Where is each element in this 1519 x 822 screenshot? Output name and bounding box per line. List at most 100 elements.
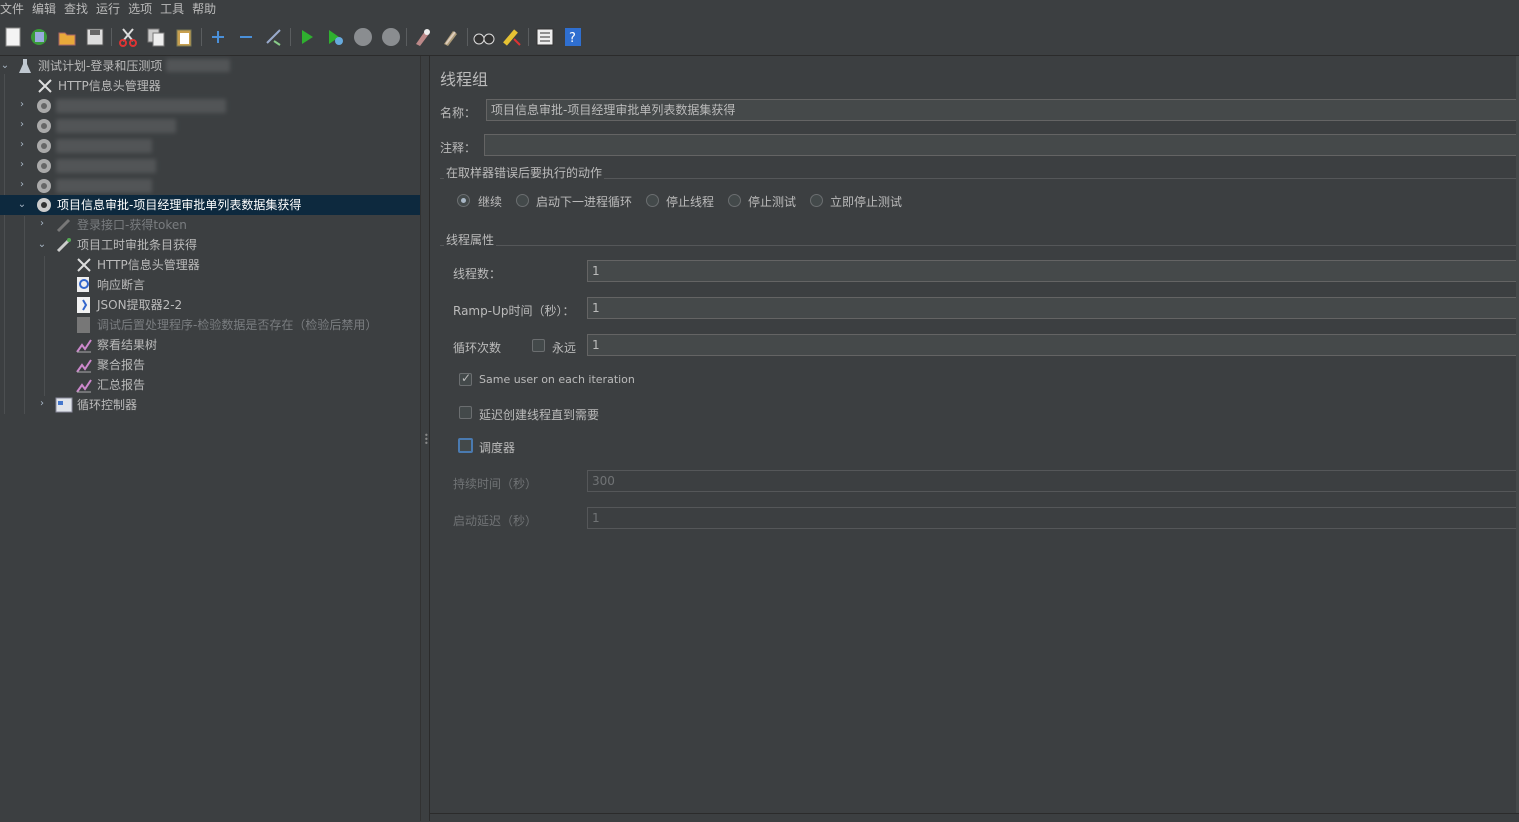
menu-help[interactable]: 帮助 [188,0,220,19]
tree-node-label: 察看结果树 [97,338,158,352]
splitter-handle[interactable]: • • • [420,56,430,821]
menu-edit[interactable]: 编辑 [28,0,60,19]
menu-search[interactable]: 查找 [60,0,92,19]
start-no-pause-icon[interactable] [324,26,346,48]
pipette-icon [55,216,73,234]
gear-icon [35,177,53,195]
chevron-down-icon[interactable]: ⌄ [37,240,47,250]
loop-controller-icon [55,396,73,414]
radio-label: 继续 [478,195,503,209]
tree-node-thread-group[interactable]: › [0,156,420,176]
tree-node-header-manager[interactable]: HTTP信息头管理器 [0,76,420,96]
stop-icon[interactable] [352,26,374,48]
function-helper-icon[interactable] [534,26,556,48]
menu-options[interactable]: 选项 [124,0,156,19]
flask-icon [16,57,34,75]
chevron-right-icon[interactable]: › [37,399,47,409]
tree-node-label: 项目信息审批-项目经理审批单列表数据集获得 [57,198,302,212]
radio-continue[interactable] [457,194,470,207]
clear-all-icon[interactable] [440,26,462,48]
start-icon[interactable] [296,26,318,48]
shutdown-icon[interactable] [380,26,402,48]
tree-node-debug-postprocessor[interactable]: 调试后置处理程序-检验数据是否存在（检验后禁用） [0,315,420,335]
chevron-right-icon[interactable]: › [17,140,27,150]
radio-label: 立即停止测试 [830,195,903,209]
rampup-field[interactable]: 1 [587,297,1519,319]
menu-file[interactable]: 文件 [0,0,28,19]
open-icon[interactable] [56,26,78,48]
tree-node-thread-group[interactable]: › [0,96,420,116]
menu-tools[interactable]: 工具 [156,0,188,19]
comment-field[interactable] [484,134,1519,156]
threads-field[interactable]: 1 [587,260,1519,282]
forever-checkbox[interactable] [532,339,545,352]
copy-icon[interactable] [145,26,167,48]
tree-node-sub-header-manager[interactable]: HTTP信息头管理器 [0,255,420,275]
scheduler-checkbox[interactable] [458,438,473,453]
radio-stop-thread[interactable] [646,194,659,207]
comment-label: 注释： [440,141,477,155]
radio-stop-test-now[interactable] [810,194,823,207]
wrench-icon [75,256,93,274]
tree-node-http-sampler[interactable]: ⌄ 项目工时审批条目获得 [0,235,420,255]
radio-start-next-loop[interactable] [516,194,529,207]
tree-node-login-sampler[interactable]: › 登录接口-获得token [0,215,420,235]
tree-node-json-extractor[interactable]: JSON提取器2-2 [0,295,420,315]
delay-label: 延迟创建线程直到需要 [479,408,600,422]
toggle-icon[interactable] [263,26,285,48]
search-icon[interactable] [473,26,495,48]
chevron-right-icon[interactable]: › [17,120,27,130]
duration-field[interactable]: 300 [587,470,1519,492]
tree-node-summary-report[interactable]: 汇总报告 [0,375,420,395]
chevron-right-icon[interactable]: › [17,100,27,110]
tree-node-label: 登录接口-获得token [77,218,187,232]
tree-node-results-tree[interactable]: 察看结果树 [0,335,420,355]
chevron-down-icon[interactable]: ⌄ [0,61,10,71]
radio-label: 启动下一进程循环 [536,195,633,209]
tree-node-thread-group[interactable]: › [0,176,420,196]
chevron-right-icon[interactable]: › [17,180,27,190]
gear-icon [35,196,53,214]
loop-count-field[interactable]: 1 [587,334,1519,356]
test-plan-tree[interactable]: ⌄ 测试计划-登录和压测项 HTTP信息头管理器 › › › › › ⌄ 项目信… [0,56,420,821]
reset-search-icon[interactable] [501,26,523,48]
tree-node-assertion[interactable]: 响应断言 [0,275,420,295]
error-action-title: 在取样器错误后要执行的动作 [444,164,605,181]
graph-icon [75,356,93,374]
pipette-icon [55,236,73,254]
menu-run[interactable]: 运行 [92,0,124,19]
thread-props-title: 线程属性 [444,231,497,248]
tree-node-thread-group[interactable]: › [0,136,420,156]
chevron-right-icon[interactable]: › [37,219,47,229]
chevron-down-icon[interactable]: ⌄ [17,200,27,210]
svg-text:?: ? [569,31,576,46]
paste-icon[interactable] [173,26,195,48]
delay-thread-creation-checkbox[interactable] [459,406,472,419]
rampup-label: Ramp-Up时间（秒）： [453,304,575,318]
tree-node-label: 项目工时审批条目获得 [77,238,198,252]
tree-node-selected-thread-group[interactable]: ⌄ 项目信息审批-项目经理审批单列表数据集获得 [0,195,420,215]
startup-delay-field[interactable]: 1 [587,507,1519,529]
save-icon[interactable] [84,26,106,48]
expand-icon[interactable] [207,26,229,48]
tree-node-label: 响应断言 [97,278,146,292]
tree-node-label: JSON提取器2-2 [97,298,183,312]
radio-stop-test[interactable] [728,194,741,207]
tree-node-label: HTTP信息头管理器 [97,258,200,272]
cut-icon[interactable] [117,26,139,48]
templates-icon[interactable] [28,26,50,48]
chevron-right-icon[interactable]: › [17,160,27,170]
tree-node-loop-controller[interactable]: › 循环控制器 [0,395,420,415]
tree-node-thread-group[interactable]: › [0,116,420,136]
help-icon[interactable]: ? [562,26,584,48]
gear-icon [35,137,53,155]
new-icon[interactable] [2,26,24,48]
same-user-checkbox[interactable] [459,371,472,386]
collapse-icon[interactable] [235,26,257,48]
tree-node-label: 循环控制器 [77,398,138,412]
tree-node-test-plan[interactable]: ⌄ 测试计划-登录和压测项 [0,56,420,76]
clear-icon[interactable] [412,26,434,48]
name-field[interactable]: 项目信息审批-项目经理审批单列表数据集获得 [486,99,1519,121]
scheduler-label: 调度器 [479,441,516,455]
tree-node-aggregate-report[interactable]: 聚合报告 [0,355,420,375]
